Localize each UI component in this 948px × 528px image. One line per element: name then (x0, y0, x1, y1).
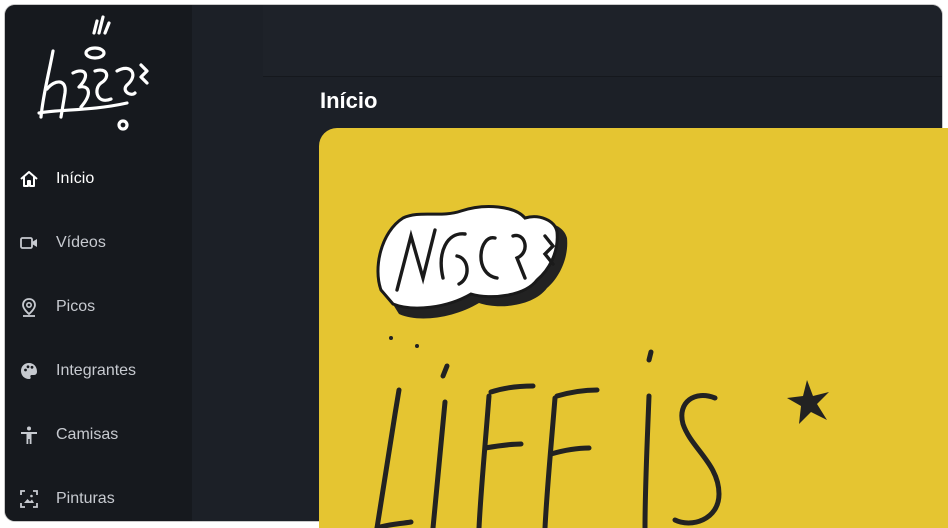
sidebar-item-label: Camisas (56, 426, 119, 443)
sidebar-item-label: Picos (56, 298, 96, 315)
hero-banner (319, 128, 948, 528)
palette-icon (18, 360, 40, 382)
sidebar-item-pinturas[interactable]: Pinturas (5, 471, 192, 521)
video-camera-icon (18, 232, 40, 254)
graffiti-ncg-art (376, 205, 568, 348)
banner-artwork (374, 205, 829, 528)
image-frame-icon (18, 488, 40, 510)
sidebar-item-picos[interactable]: Picos (5, 279, 192, 335)
page-title: Início (320, 88, 378, 113)
brand-logo[interactable] (31, 13, 153, 135)
sidebar-item-videos[interactable]: Vídeos (5, 215, 192, 271)
sidebar-item-integrantes[interactable]: Integrantes (5, 343, 192, 399)
sidebar: Início Vídeos Picos Integrantes Camisas (5, 5, 192, 521)
top-app-bar (263, 5, 942, 77)
sidebar-item-camisas[interactable]: Camisas (5, 407, 192, 463)
sidebar-item-label: Vídeos (56, 234, 106, 251)
handwritten-life-is (374, 349, 722, 528)
home-icon (18, 168, 40, 190)
sidebar-item-label: Integrantes (56, 362, 137, 379)
star-icon (787, 380, 829, 424)
person-icon (18, 424, 40, 446)
sidebar-item-label: Início (56, 170, 95, 187)
sidebar-item-inicio[interactable]: Início (5, 151, 192, 207)
sidebar-item-label: Pinturas (56, 490, 115, 507)
location-pin-icon (18, 296, 40, 318)
